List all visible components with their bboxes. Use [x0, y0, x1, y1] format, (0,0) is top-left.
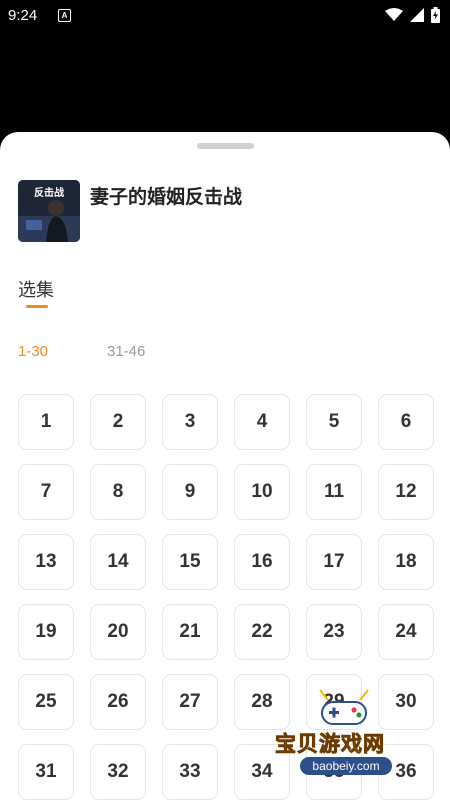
episode-button[interactable]: 20: [90, 604, 146, 660]
episode-button[interactable]: 11: [306, 464, 362, 520]
wifi-icon: [385, 8, 403, 21]
drag-handle[interactable]: [197, 143, 254, 149]
episode-button[interactable]: 31: [18, 744, 74, 800]
episode-button[interactable]: 26: [90, 674, 146, 730]
episode-button[interactable]: 1: [18, 394, 74, 450]
episode-button[interactable]: 3: [162, 394, 218, 450]
episode-button[interactable]: 18: [378, 534, 434, 590]
range-tab-1-30[interactable]: 1-30: [18, 343, 48, 360]
range-tab-31-46[interactable]: 31-46: [107, 343, 145, 360]
episode-button[interactable]: 30: [378, 674, 434, 730]
cover-title: 反击战: [34, 188, 64, 199]
status-bar: 9:24 A: [0, 0, 450, 32]
episode-button[interactable]: 36: [378, 744, 434, 800]
episode-button[interactable]: 2: [90, 394, 146, 450]
episode-button[interactable]: 13: [18, 534, 74, 590]
episode-grid: 1 2 3 4 5 6 7 8 9 10 11 12 13 14 15 16 1…: [18, 394, 434, 800]
battery-icon: [431, 7, 440, 23]
episode-button[interactable]: 22: [234, 604, 290, 660]
episode-button[interactable]: 14: [90, 534, 146, 590]
episode-button[interactable]: 16: [234, 534, 290, 590]
episode-button[interactable]: 5: [306, 394, 362, 450]
episode-button[interactable]: 9: [162, 464, 218, 520]
notification-icon: A: [58, 9, 71, 22]
tab-episodes[interactable]: 选集: [18, 276, 54, 302]
episode-button[interactable]: 8: [90, 464, 146, 520]
tab-indicator: [26, 305, 48, 308]
episode-button[interactable]: 34: [234, 744, 290, 800]
episode-button[interactable]: 10: [234, 464, 290, 520]
episode-button[interactable]: 15: [162, 534, 218, 590]
episode-button[interactable]: 25: [18, 674, 74, 730]
episode-button[interactable]: 21: [162, 604, 218, 660]
signal-icon: [410, 8, 424, 22]
episode-button[interactable]: 12: [378, 464, 434, 520]
episode-button[interactable]: 24: [378, 604, 434, 660]
status-time: 9:24: [8, 7, 38, 24]
episode-button[interactable]: 35: [306, 744, 362, 800]
episode-sheet: 反击战 妻子的婚姻反击战 选集 1-30 31-46 1 2 3 4 5 6 7…: [0, 132, 450, 800]
drama-cover: 反击战: [18, 180, 80, 242]
drama-title: 妻子的婚姻反击战: [90, 186, 243, 208]
episode-button[interactable]: 32: [90, 744, 146, 800]
episode-button[interactable]: 17: [306, 534, 362, 590]
episode-button[interactable]: 33: [162, 744, 218, 800]
episode-button[interactable]: 29: [306, 674, 362, 730]
episode-button[interactable]: 27: [162, 674, 218, 730]
episode-button[interactable]: 6: [378, 394, 434, 450]
episode-button[interactable]: 28: [234, 674, 290, 730]
episode-button[interactable]: 23: [306, 604, 362, 660]
episode-button[interactable]: 7: [18, 464, 74, 520]
episode-button[interactable]: 19: [18, 604, 74, 660]
status-icons: [385, 7, 440, 23]
episode-button[interactable]: 4: [234, 394, 290, 450]
